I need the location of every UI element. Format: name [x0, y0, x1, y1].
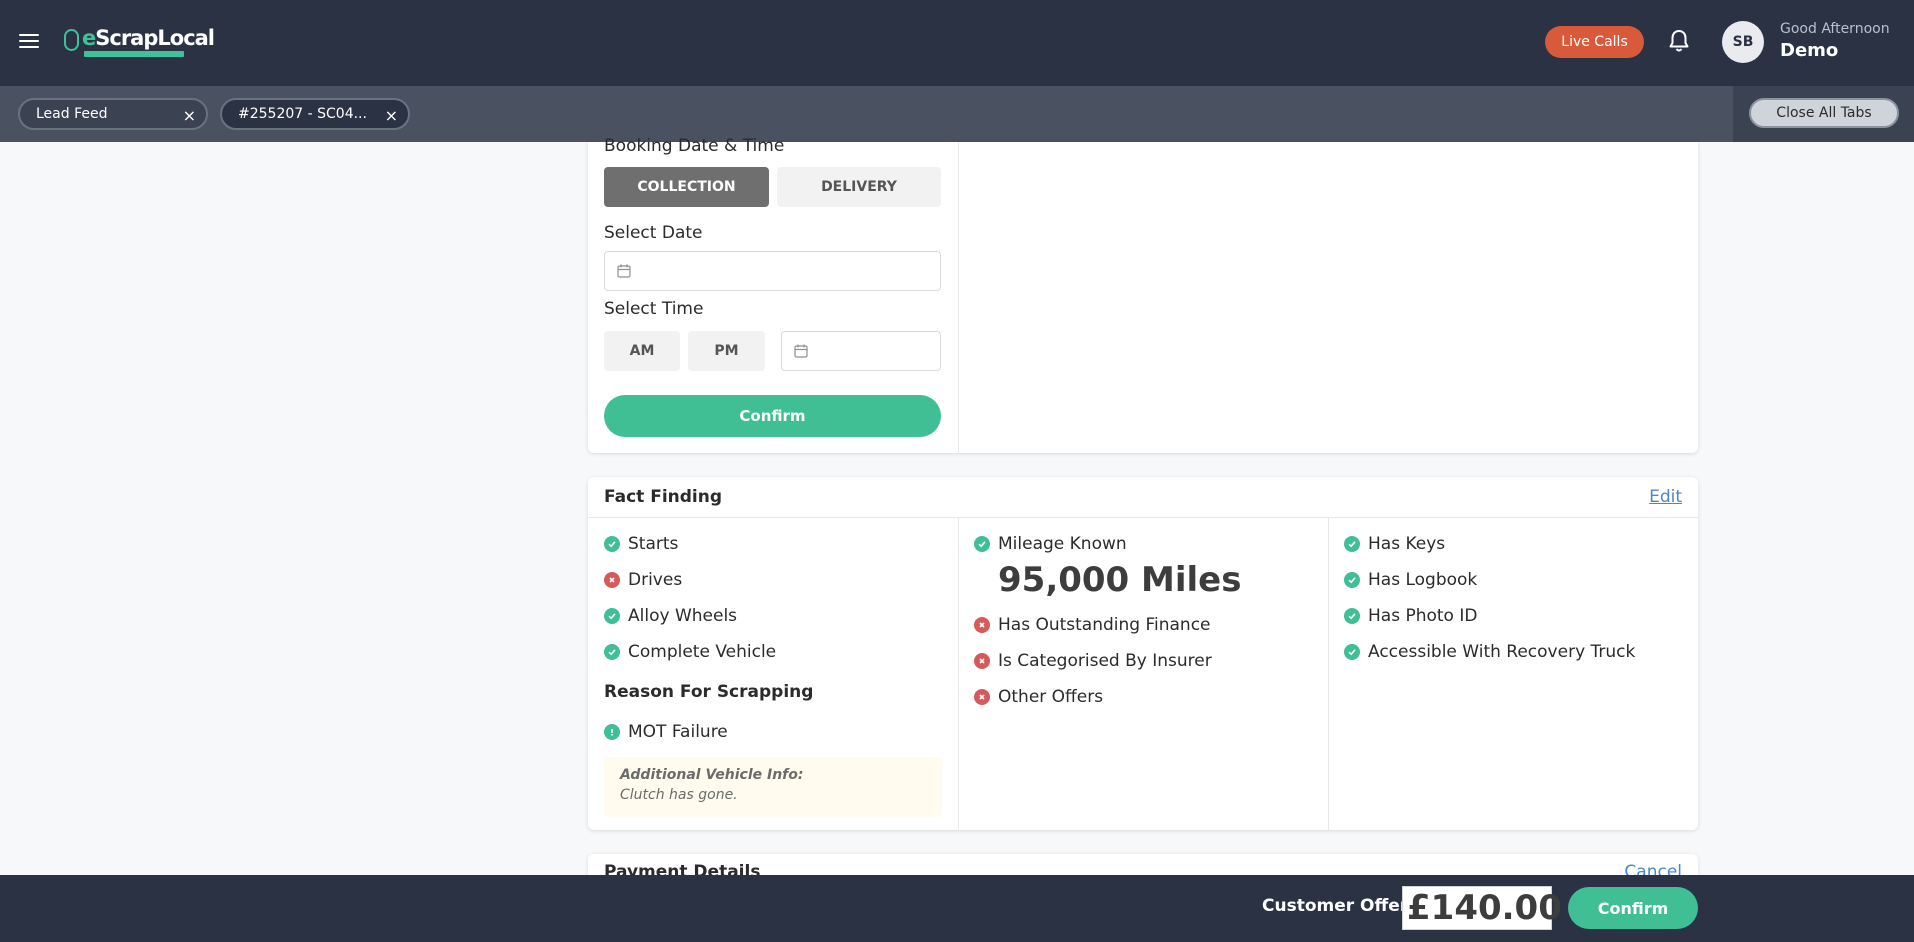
select-time-label: Select Time: [604, 299, 704, 319]
info-icon: [604, 724, 620, 740]
column-divider: [958, 518, 959, 830]
select-date-label: Select Date: [604, 223, 703, 243]
check-icon: [604, 644, 620, 660]
reason-heading: Reason For Scrapping: [604, 682, 814, 702]
fact-label: Is Categorised By Insurer: [998, 651, 1212, 671]
fact-drives: Drives: [604, 570, 682, 590]
hamburger-icon[interactable]: [19, 34, 39, 50]
fact-complete-vehicle: Complete Vehicle: [604, 642, 776, 662]
bell-icon[interactable]: [1667, 28, 1691, 54]
fact-finding-header: Fact Finding Edit: [588, 477, 1698, 518]
cross-icon: [974, 653, 990, 669]
date-input[interactable]: [604, 251, 941, 291]
column-divider: [1328, 518, 1329, 830]
logo-tagline: [84, 51, 184, 57]
fact-label: Drives: [628, 570, 683, 590]
check-icon: [1344, 536, 1360, 552]
live-calls-button[interactable]: Live Calls: [1545, 26, 1644, 58]
fact-finding-title: Fact Finding: [604, 487, 723, 507]
am-toggle[interactable]: AM: [604, 331, 680, 371]
logo[interactable]: eeScrapLocalScrapLocal: [64, 26, 215, 60]
booking-title: Booking Date & Time: [604, 136, 785, 156]
fact-label: Has Keys: [1368, 534, 1446, 554]
fact-label: Starts: [628, 534, 679, 554]
user-name: Demo: [1780, 40, 1839, 61]
greeting-text: Good Afternoon: [1780, 21, 1890, 37]
tab-lead-feed[interactable]: Lead Feed ×: [18, 98, 208, 130]
fact-mileage-known: Mileage Known: [974, 534, 1127, 554]
fact-other-offers: Other Offers: [974, 687, 1103, 707]
pm-toggle[interactable]: PM: [688, 331, 765, 371]
logo-text: eeScrapLocalScrapLocal: [82, 26, 215, 50]
fact-label: Accessible With Recovery Truck: [1368, 642, 1636, 662]
additional-info-text: Clutch has gone.: [620, 787, 738, 803]
fact-outstanding-finance: Has Outstanding Finance: [974, 615, 1211, 635]
tab-case[interactable]: #255207 - SC04... ×: [220, 98, 410, 130]
close-all-tabs-button[interactable]: Close All Tabs: [1749, 98, 1899, 128]
collection-toggle[interactable]: COLLECTION: [604, 167, 769, 207]
fact-label: Complete Vehicle: [628, 642, 777, 662]
avatar[interactable]: SB: [1722, 21, 1764, 63]
check-icon: [1344, 572, 1360, 588]
edit-link[interactable]: Edit: [1649, 487, 1682, 507]
reason-item: MOT Failure: [604, 722, 728, 742]
fact-label: Alloy Wheels: [628, 606, 738, 626]
reason-text: MOT Failure: [628, 722, 728, 742]
check-icon: [1344, 644, 1360, 660]
fact-alloy-wheels: Alloy Wheels: [604, 606, 737, 626]
calendar-icon: [617, 264, 631, 278]
fact-has-photo-id: Has Photo ID: [1344, 606, 1477, 626]
check-icon: [974, 536, 990, 552]
calendar-icon: [794, 344, 808, 358]
cross-icon: [974, 689, 990, 705]
time-input[interactable]: [781, 331, 941, 371]
fact-has-keys: Has Keys: [1344, 534, 1445, 554]
tab-label: Lead Feed: [36, 106, 108, 122]
fact-has-logbook: Has Logbook: [1344, 570, 1477, 590]
fact-label: Has Logbook: [1368, 570, 1478, 590]
fact-accessible-recovery-truck: Accessible With Recovery Truck: [1344, 642, 1635, 662]
check-icon: [604, 608, 620, 624]
fact-starts: Starts: [604, 534, 678, 554]
check-icon: [1344, 608, 1360, 624]
fact-label: Has Photo ID: [1368, 606, 1478, 626]
fact-label: Has Outstanding Finance: [998, 615, 1211, 635]
additional-info-label: Additional Vehicle Info:: [620, 767, 804, 783]
cross-icon: [604, 572, 620, 588]
column-divider: [958, 142, 959, 453]
fact-label: Other Offers: [998, 687, 1104, 707]
check-icon: [604, 536, 620, 552]
logo-pin-icon: [64, 29, 79, 51]
cross-icon: [974, 617, 990, 633]
close-icon[interactable]: ×: [385, 106, 398, 125]
fact-categorised-by-insurer: Is Categorised By Insurer: [974, 651, 1212, 671]
footer-confirm-button[interactable]: Confirm: [1568, 887, 1698, 929]
customer-offer-input[interactable]: £140.00: [1402, 886, 1562, 930]
booking-confirm-button[interactable]: Confirm: [604, 395, 941, 437]
close-icon[interactable]: ×: [183, 106, 196, 125]
tab-label: #255207 - SC04...: [238, 106, 367, 122]
fact-finding-card: Fact Finding Edit Starts Drives Alloy Wh…: [588, 477, 1698, 830]
mileage-value: 95,000 Miles: [998, 560, 1242, 600]
additional-info-note: Additional Vehicle Info: Clutch has gone…: [604, 757, 942, 817]
delivery-toggle[interactable]: DELIVERY: [777, 167, 941, 207]
customer-offer-label: Customer Offer: [1262, 896, 1409, 916]
fact-label: Mileage Known: [998, 534, 1127, 554]
